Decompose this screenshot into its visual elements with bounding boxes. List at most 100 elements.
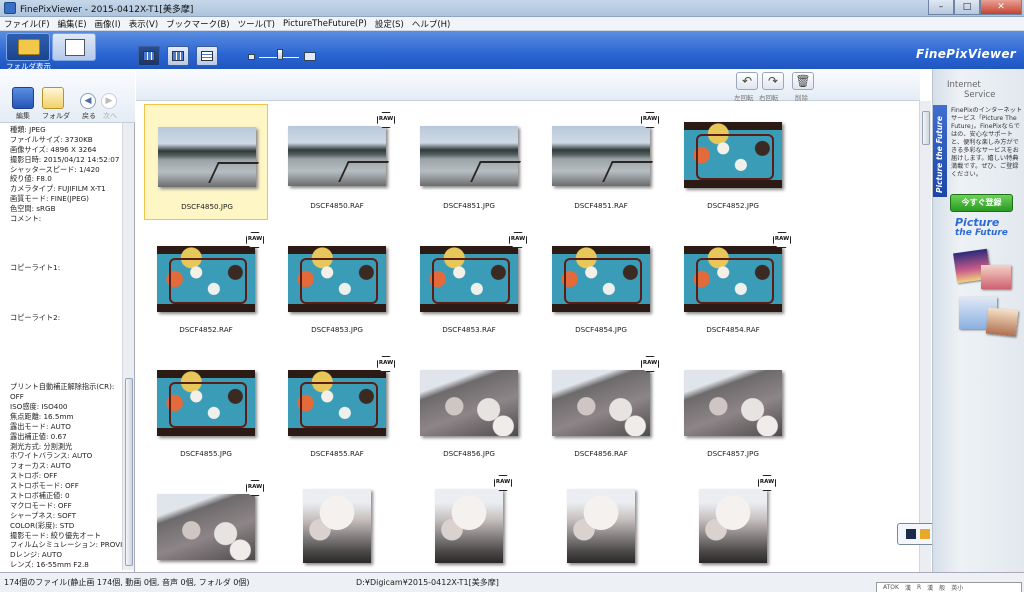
grid-scrollbar[interactable] bbox=[919, 101, 931, 572]
menu-picture-the-future[interactable]: PictureTheFuture(P) bbox=[283, 19, 367, 29]
info-line bbox=[10, 224, 122, 234]
thumbnail-item[interactable]: RAWDSCF4857.RAF bbox=[144, 476, 268, 572]
thumbnail-image[interactable] bbox=[552, 246, 650, 312]
promo-photo-4 bbox=[985, 307, 1019, 337]
menu-settings[interactable]: 設定(S) bbox=[375, 18, 404, 30]
thumbnail-image[interactable] bbox=[157, 494, 255, 560]
thumbnail-image[interactable] bbox=[420, 126, 518, 186]
ime-general: 般 bbox=[939, 585, 946, 592]
thumbnail-item[interactable]: DSCF4850.JPG bbox=[144, 104, 268, 220]
ime-label: ATOK bbox=[883, 584, 899, 591]
thumbnail-image[interactable] bbox=[303, 489, 371, 563]
thumbnail-image[interactable] bbox=[552, 370, 650, 436]
thumbnail-filename: DSCF4850.JPG bbox=[181, 202, 233, 211]
list-view-button[interactable] bbox=[196, 46, 218, 66]
info-line bbox=[10, 283, 122, 293]
info-line: 絞り値: F8.0 bbox=[10, 174, 52, 184]
album-mode-button[interactable] bbox=[52, 33, 96, 61]
folder-mode-button[interactable] bbox=[6, 33, 50, 61]
thumbnail-item[interactable]: RAW DSCF4850.RAF bbox=[275, 104, 399, 220]
maximize-button[interactable]: □ bbox=[954, 0, 980, 15]
menu-help[interactable]: ヘルプ(H) bbox=[412, 18, 451, 30]
thumbnail-filename: DSCF4852.JPG bbox=[707, 201, 759, 210]
menu-bookmark[interactable]: ブックマーク(B) bbox=[166, 18, 229, 30]
thumbnail-item[interactable]: RAW DSCF4856.RAF bbox=[539, 352, 663, 468]
back-arrow-icon[interactable]: ◀ bbox=[80, 93, 96, 109]
ime-toolbar[interactable]: ATOK 漢 R 漢 般 英小 bbox=[876, 582, 1022, 592]
menu-file[interactable]: ファイル(F) bbox=[4, 18, 50, 30]
thumbnail-image[interactable] bbox=[420, 246, 518, 312]
thumbnail-item[interactable]: DSCF4855.JPG bbox=[144, 352, 268, 468]
thumbnail-image[interactable] bbox=[684, 370, 782, 436]
slideshow-icon bbox=[920, 529, 930, 539]
thumbnail-item[interactable]: RAW DSCF4851.RAF bbox=[539, 104, 663, 220]
thumbnail-item[interactable]: RAWDSCF4859.RAF bbox=[671, 475, 795, 572]
title-bar: FinePixViewer - 2015-0412X-T1[美多摩] – □ ✕ bbox=[0, 0, 1024, 17]
file-count: 174個のファイル(静止画 174個, 動画 0個, 音声 0個, フォルダ 0… bbox=[4, 578, 250, 587]
heading-internet: Internet bbox=[947, 80, 981, 90]
thumbnail-item[interactable]: RAW DSCF4854.RAF bbox=[671, 228, 795, 344]
raw-badge-icon: RAW bbox=[494, 475, 512, 491]
thumbnail-image[interactable] bbox=[552, 126, 650, 186]
thumbnail-filename: DSCF4853.RAF bbox=[442, 325, 496, 334]
menu-view[interactable]: 表示(V) bbox=[129, 18, 158, 30]
thumbnail-item[interactable]: DSCF4859.JPG bbox=[539, 476, 663, 572]
folder-button[interactable] bbox=[42, 87, 64, 109]
forward-arrow-icon[interactable]: ▶ bbox=[101, 93, 117, 109]
menu-bar: ファイル(F) 編集(E) 画像(I) 表示(V) ブックマーク(B) ツール(… bbox=[0, 17, 1024, 31]
thumbnail-image[interactable] bbox=[567, 489, 635, 563]
raw-badge-icon: RAW bbox=[377, 112, 395, 128]
thumbnail-image[interactable] bbox=[684, 122, 782, 188]
thumbnail-item[interactable]: DSCF4858.JPG bbox=[275, 476, 399, 572]
thumbnail-image[interactable] bbox=[157, 370, 255, 436]
info-line: ファイルサイズ: 3730KB bbox=[10, 134, 93, 144]
menu-image[interactable]: 画像(I) bbox=[95, 18, 121, 30]
raw-badge-icon: RAW bbox=[773, 232, 791, 248]
thumbnail-image[interactable] bbox=[288, 246, 386, 312]
grid-scrollbar-thumb[interactable] bbox=[922, 111, 930, 145]
rotate-left-button[interactable]: ↶ bbox=[736, 72, 758, 90]
info-line: 測光方式: 分割測光 bbox=[10, 441, 73, 451]
info-toolbar: ◀ ▶ 編集 フォルダ 戻る 次へ bbox=[0, 69, 135, 123]
info-scrollbar[interactable] bbox=[122, 123, 134, 570]
thumbnail-filename: DSCF4851.JPG bbox=[443, 201, 495, 210]
menu-tools[interactable]: ツール(T) bbox=[238, 18, 275, 30]
thumbnail-image[interactable] bbox=[699, 489, 767, 563]
minimize-button[interactable]: – bbox=[928, 0, 954, 15]
preview-view-button[interactable] bbox=[167, 46, 189, 66]
thumbnail-view-button[interactable] bbox=[138, 46, 160, 66]
thumbnail-item[interactable]: DSCF4857.JPG bbox=[671, 352, 795, 468]
service-description: FinePixのインターネットサービス「Picture The Future」。… bbox=[951, 107, 1023, 178]
thumbnail-item[interactable]: DSCF4856.JPG bbox=[407, 352, 531, 468]
info-scrollbar-thumb[interactable] bbox=[125, 378, 133, 566]
thumbnail-image[interactable] bbox=[288, 126, 386, 186]
thumbnail-item[interactable]: RAW DSCF4853.RAF bbox=[407, 228, 531, 344]
slider-thumb[interactable] bbox=[277, 49, 283, 60]
register-now-button[interactable]: 今すぐ登録 bbox=[950, 194, 1013, 212]
thumbnail-item[interactable]: DSCF4852.JPG bbox=[671, 104, 795, 220]
thumbnail-item[interactable]: DSCF4851.JPG bbox=[407, 104, 531, 220]
thumbnail-item[interactable]: RAWDSCF4858.RAF bbox=[407, 475, 531, 572]
menu-edit[interactable]: 編集(E) bbox=[58, 18, 87, 30]
thumbnail-image[interactable] bbox=[684, 246, 782, 312]
info-line bbox=[10, 333, 122, 343]
thumbnail-image[interactable] bbox=[157, 246, 255, 312]
delete-button[interactable]: 🗑 bbox=[792, 72, 814, 90]
thumbnail-size-slider[interactable] bbox=[248, 46, 316, 62]
thumbnail-image[interactable] bbox=[288, 370, 386, 436]
thumbnail-item[interactable]: RAW DSCF4852.RAF bbox=[144, 228, 268, 344]
promo-photo-2 bbox=[981, 265, 1011, 289]
thumbnail-filename: DSCF4856.RAF bbox=[574, 449, 628, 458]
rotate-right-button[interactable]: ↷ bbox=[762, 72, 784, 90]
thumbnail-item[interactable]: DSCF4854.JPG bbox=[539, 228, 663, 344]
logo-line-2: the Future bbox=[955, 228, 1008, 238]
viewer-toggle-button[interactable] bbox=[897, 523, 937, 545]
thumbnail-image[interactable] bbox=[158, 127, 256, 187]
thumbnail-item[interactable]: RAW DSCF4855.RAF bbox=[275, 352, 399, 468]
picture-the-future-logo: Picture the Future bbox=[955, 217, 1008, 239]
close-button[interactable]: ✕ bbox=[980, 0, 1022, 15]
thumbnail-image[interactable] bbox=[420, 370, 518, 436]
thumbnail-image[interactable] bbox=[435, 489, 503, 563]
thumbnail-item[interactable]: DSCF4853.JPG bbox=[275, 228, 399, 344]
edit-button[interactable] bbox=[12, 87, 34, 109]
